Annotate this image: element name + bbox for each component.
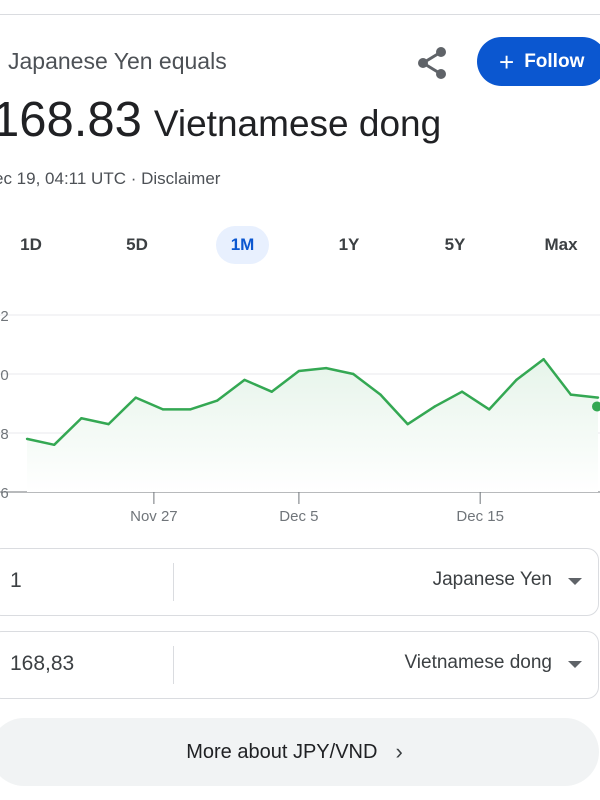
- x-tick-label: Dec 15: [456, 508, 504, 525]
- disclaimer-link[interactable]: Disclaimer: [141, 169, 220, 188]
- tab-5y[interactable]: 5Y: [433, 226, 477, 264]
- data-point: [324, 366, 328, 370]
- follow-button[interactable]: + Follow: [477, 37, 600, 86]
- tab-5d[interactable]: 5D: [115, 226, 159, 264]
- data-point: [216, 399, 219, 402]
- plus-icon: +: [499, 46, 515, 77]
- data-point: [297, 369, 301, 373]
- data-point: [161, 408, 165, 411]
- row-divider: [173, 646, 174, 684]
- converter-from-row: 1 Japanese Yen: [0, 548, 599, 616]
- data-point: [488, 408, 491, 411]
- converter-to-row: 168,83 Vietnamese dong: [0, 631, 599, 699]
- rate-unit: Vietnamese dong: [153, 103, 442, 144]
- y-tick-label: 68: [0, 426, 9, 443]
- y-tick-label: 66: [0, 485, 9, 502]
- to-currency-select[interactable]: Vietnamese dong: [404, 652, 552, 674]
- x-tick-label: Dec 5: [279, 508, 318, 525]
- data-point: [542, 358, 545, 361]
- price-chart[interactable]: 72 70 68 66 Nov 27 Dec 5 Dec 15: [0, 300, 600, 530]
- data-point: [134, 396, 137, 399]
- rate-value: 168.83: [0, 93, 142, 147]
- data-point: [460, 390, 464, 393]
- chevron-down-icon[interactable]: [568, 661, 582, 668]
- exchange-rate: 168.83 Vietnamese dong: [0, 92, 441, 148]
- from-currency-select[interactable]: Japanese Yen: [433, 569, 552, 591]
- meta-separator: ·: [130, 169, 137, 188]
- data-point: [80, 417, 83, 420]
- data-point: [379, 393, 382, 396]
- share-icon: [418, 47, 446, 79]
- data-point: [515, 378, 518, 382]
- y-tick-label: 72: [0, 308, 9, 325]
- share-button[interactable]: [412, 42, 454, 84]
- to-amount-input[interactable]: 168,83: [10, 652, 74, 676]
- data-point: [52, 443, 56, 446]
- chevron-right-icon: ›: [395, 739, 403, 764]
- conversion-subtitle: Japanese Yen equals: [8, 48, 227, 74]
- follow-label: Follow: [524, 50, 585, 72]
- data-point: [352, 372, 355, 376]
- data-point: [270, 390, 273, 393]
- data-point: [433, 405, 437, 408]
- x-tick-label: Nov 27: [130, 508, 178, 525]
- data-point: [406, 422, 409, 426]
- top-divider: [0, 14, 600, 15]
- timestamp: ec 19, 04:11 UTC: [0, 169, 126, 188]
- tab-1y[interactable]: 1Y: [327, 226, 371, 264]
- tab-1m[interactable]: 1M: [216, 226, 269, 264]
- chevron-down-icon[interactable]: [568, 578, 582, 585]
- area-fill: [27, 359, 598, 492]
- more-about-label: More about JPY/VND: [186, 740, 378, 763]
- data-point: [107, 422, 110, 426]
- more-about-button[interactable]: More about JPY/VND ›: [0, 718, 599, 786]
- tab-max[interactable]: Max: [536, 226, 586, 264]
- from-amount-input[interactable]: 1: [10, 569, 22, 593]
- data-point: [569, 393, 573, 396]
- row-divider: [173, 563, 174, 601]
- y-tick-label: 70: [0, 367, 9, 384]
- data-point: [188, 408, 192, 411]
- data-point: [25, 437, 29, 441]
- tab-1d[interactable]: 1D: [9, 226, 53, 264]
- data-point: [596, 396, 600, 399]
- data-point: [243, 378, 246, 382]
- rate-meta: ec 19, 04:11 UTC · Disclaimer: [0, 169, 220, 189]
